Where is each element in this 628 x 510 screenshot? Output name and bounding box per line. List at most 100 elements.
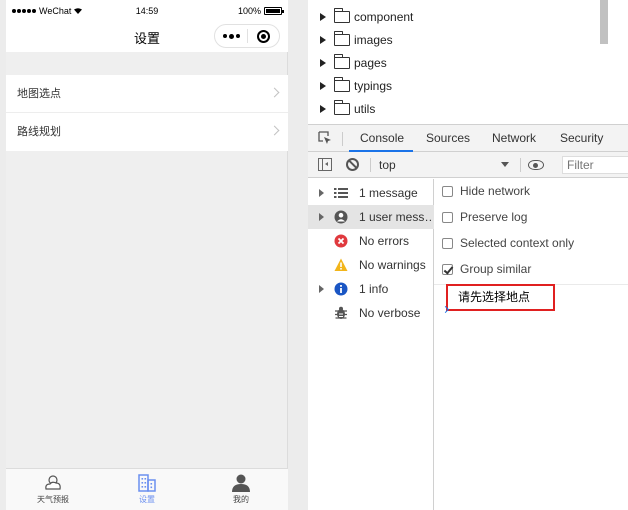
sidebar-item-user-messages[interactable]: 1 user mess… <box>308 205 434 229</box>
list-icon <box>334 188 348 198</box>
sidebar-item-verbose[interactable]: No verbose <box>308 301 434 325</box>
setting-label: Group similar <box>460 262 532 276</box>
sidebar-item-messages[interactable]: 1 message <box>308 181 434 205</box>
sidebar-item-label: No errors <box>359 234 410 248</box>
tab-weather[interactable]: 天气预报 <box>6 469 100 510</box>
tab-label: 我的 <box>233 495 249 504</box>
clear-console-icon[interactable] <box>346 158 359 171</box>
setting-group-similar[interactable]: Group similar <box>442 259 531 279</box>
toolbar-divider <box>520 158 521 172</box>
sidebar-item-label: 1 info <box>359 282 389 296</box>
dropdown-arrow-icon[interactable] <box>501 162 509 167</box>
checkbox[interactable] <box>442 185 453 197</box>
devtools-tabs: Console Sources Network Security <box>308 124 628 152</box>
folder-icon <box>333 54 350 69</box>
folder-label: images <box>354 33 393 47</box>
file-tree: component images pages typings utils <box>308 0 628 122</box>
folder-icon <box>333 77 350 92</box>
battery-icon <box>264 7 284 15</box>
setting-label: Preserve log <box>460 210 528 224</box>
sidebar-item-warnings[interactable]: No warnings <box>308 253 434 277</box>
sidebar-item-label: No warnings <box>359 258 426 272</box>
console-log-message: 请先选择地点 <box>446 284 555 311</box>
folder-images[interactable]: images <box>320 30 393 50</box>
folder-utils[interactable]: utils <box>320 99 375 119</box>
inspect-element-icon[interactable] <box>318 131 332 145</box>
folder-label: typings <box>354 79 393 93</box>
setting-label: Selected context only <box>460 236 575 250</box>
checkbox[interactable] <box>442 237 453 249</box>
user-icon <box>334 210 348 224</box>
error-icon <box>334 234 348 248</box>
tab-network[interactable]: Network <box>492 131 536 145</box>
tab-settings[interactable]: 设置 <box>100 469 194 510</box>
expand-arrow-icon[interactable] <box>320 105 326 113</box>
expand-arrow-icon[interactable] <box>319 189 324 197</box>
console-sidebar: 1 message 1 user mess… No errors No warn… <box>308 179 434 510</box>
filter-input[interactable] <box>562 156 628 174</box>
tab-profile[interactable]: 我的 <box>194 469 288 510</box>
setting-selected-context-only[interactable]: Selected context only <box>442 233 574 253</box>
setting-preserve-log[interactable]: Preserve log <box>442 207 527 227</box>
expand-arrow-icon[interactable] <box>320 36 326 44</box>
tab-console[interactable]: Console <box>360 131 404 145</box>
menu-item-map-pick[interactable]: 地图选点 <box>6 75 288 113</box>
setting-label: Hide network <box>460 184 531 198</box>
file-tree-scrollbar[interactable] <box>600 0 608 44</box>
close-miniprogram-icon[interactable] <box>248 29 279 43</box>
folder-icon <box>333 8 350 23</box>
warning-icon <box>334 258 348 271</box>
tab-label: 设置 <box>139 495 155 504</box>
status-bar: WeChat 14:59 100% <box>6 0 288 22</box>
sidebar-item-label: 1 message <box>359 186 418 200</box>
phone-simulator: WeChat 14:59 100% 设置 地图选点 路线规划 天气预报 设置 我… <box>6 0 288 510</box>
expand-arrow-icon[interactable] <box>319 213 324 221</box>
context-selector[interactable]: top <box>379 158 396 172</box>
sidebar-toggle-icon[interactable] <box>318 158 332 171</box>
expand-arrow-icon[interactable] <box>320 82 326 90</box>
tab-bar: 天气预报 设置 我的 <box>6 468 288 510</box>
tab-label: 天气预报 <box>37 495 69 504</box>
folder-typings[interactable]: typings <box>320 76 392 96</box>
devtools-panel: component images pages typings utils Con… <box>308 0 628 510</box>
console-settings: Hide network Preserve log Selected conte… <box>434 179 628 510</box>
menu-item-route-plan[interactable]: 路线规划 <box>6 113 288 151</box>
checkbox-checked[interactable] <box>442 263 453 275</box>
folder-component[interactable]: component <box>320 7 413 27</box>
folder-icon <box>333 100 350 115</box>
folder-label: pages <box>354 56 387 70</box>
expand-arrow-icon[interactable] <box>320 59 326 67</box>
folder-pages[interactable]: pages <box>320 53 387 73</box>
info-icon <box>334 282 348 296</box>
expand-arrow-icon[interactable] <box>320 13 326 21</box>
chevron-right-icon <box>269 125 280 136</box>
folder-label: component <box>354 10 414 24</box>
menu-item-label: 路线规划 <box>17 126 61 138</box>
checkbox[interactable] <box>442 211 453 223</box>
sidebar-item-info[interactable]: 1 info <box>308 277 434 301</box>
console-toolbar: top <box>308 152 628 178</box>
tab-security[interactable]: Security <box>560 131 603 145</box>
city-icon <box>138 474 156 492</box>
settings-menu-list: 地图选点 路线规划 <box>6 75 288 151</box>
weather-icon <box>45 475 61 490</box>
tab-sources[interactable]: Sources <box>426 131 470 145</box>
console-body: 1 message 1 user mess… No errors No warn… <box>308 179 628 510</box>
folder-icon <box>333 31 350 46</box>
battery-percent: 100% <box>237 6 261 16</box>
bug-icon <box>335 306 347 319</box>
person-icon <box>232 474 250 492</box>
status-right: 100% <box>237 6 284 16</box>
app-root: WeChat 14:59 100% 设置 地图选点 路线规划 天气预报 设置 我… <box>0 0 628 510</box>
sidebar-item-label: 1 user mess… <box>359 210 431 224</box>
toolbar-divider <box>370 158 371 172</box>
capsule-button <box>214 24 280 48</box>
more-menu-icon[interactable] <box>215 33 247 39</box>
folder-label: utils <box>354 102 376 116</box>
sidebar-item-errors[interactable]: No errors <box>308 229 434 253</box>
expand-arrow-icon[interactable] <box>319 285 324 293</box>
setting-hide-network[interactable]: Hide network <box>442 181 530 201</box>
live-expression-eye-icon[interactable] <box>528 160 544 170</box>
toolbar-divider <box>342 132 343 146</box>
chevron-right-icon <box>269 87 280 98</box>
